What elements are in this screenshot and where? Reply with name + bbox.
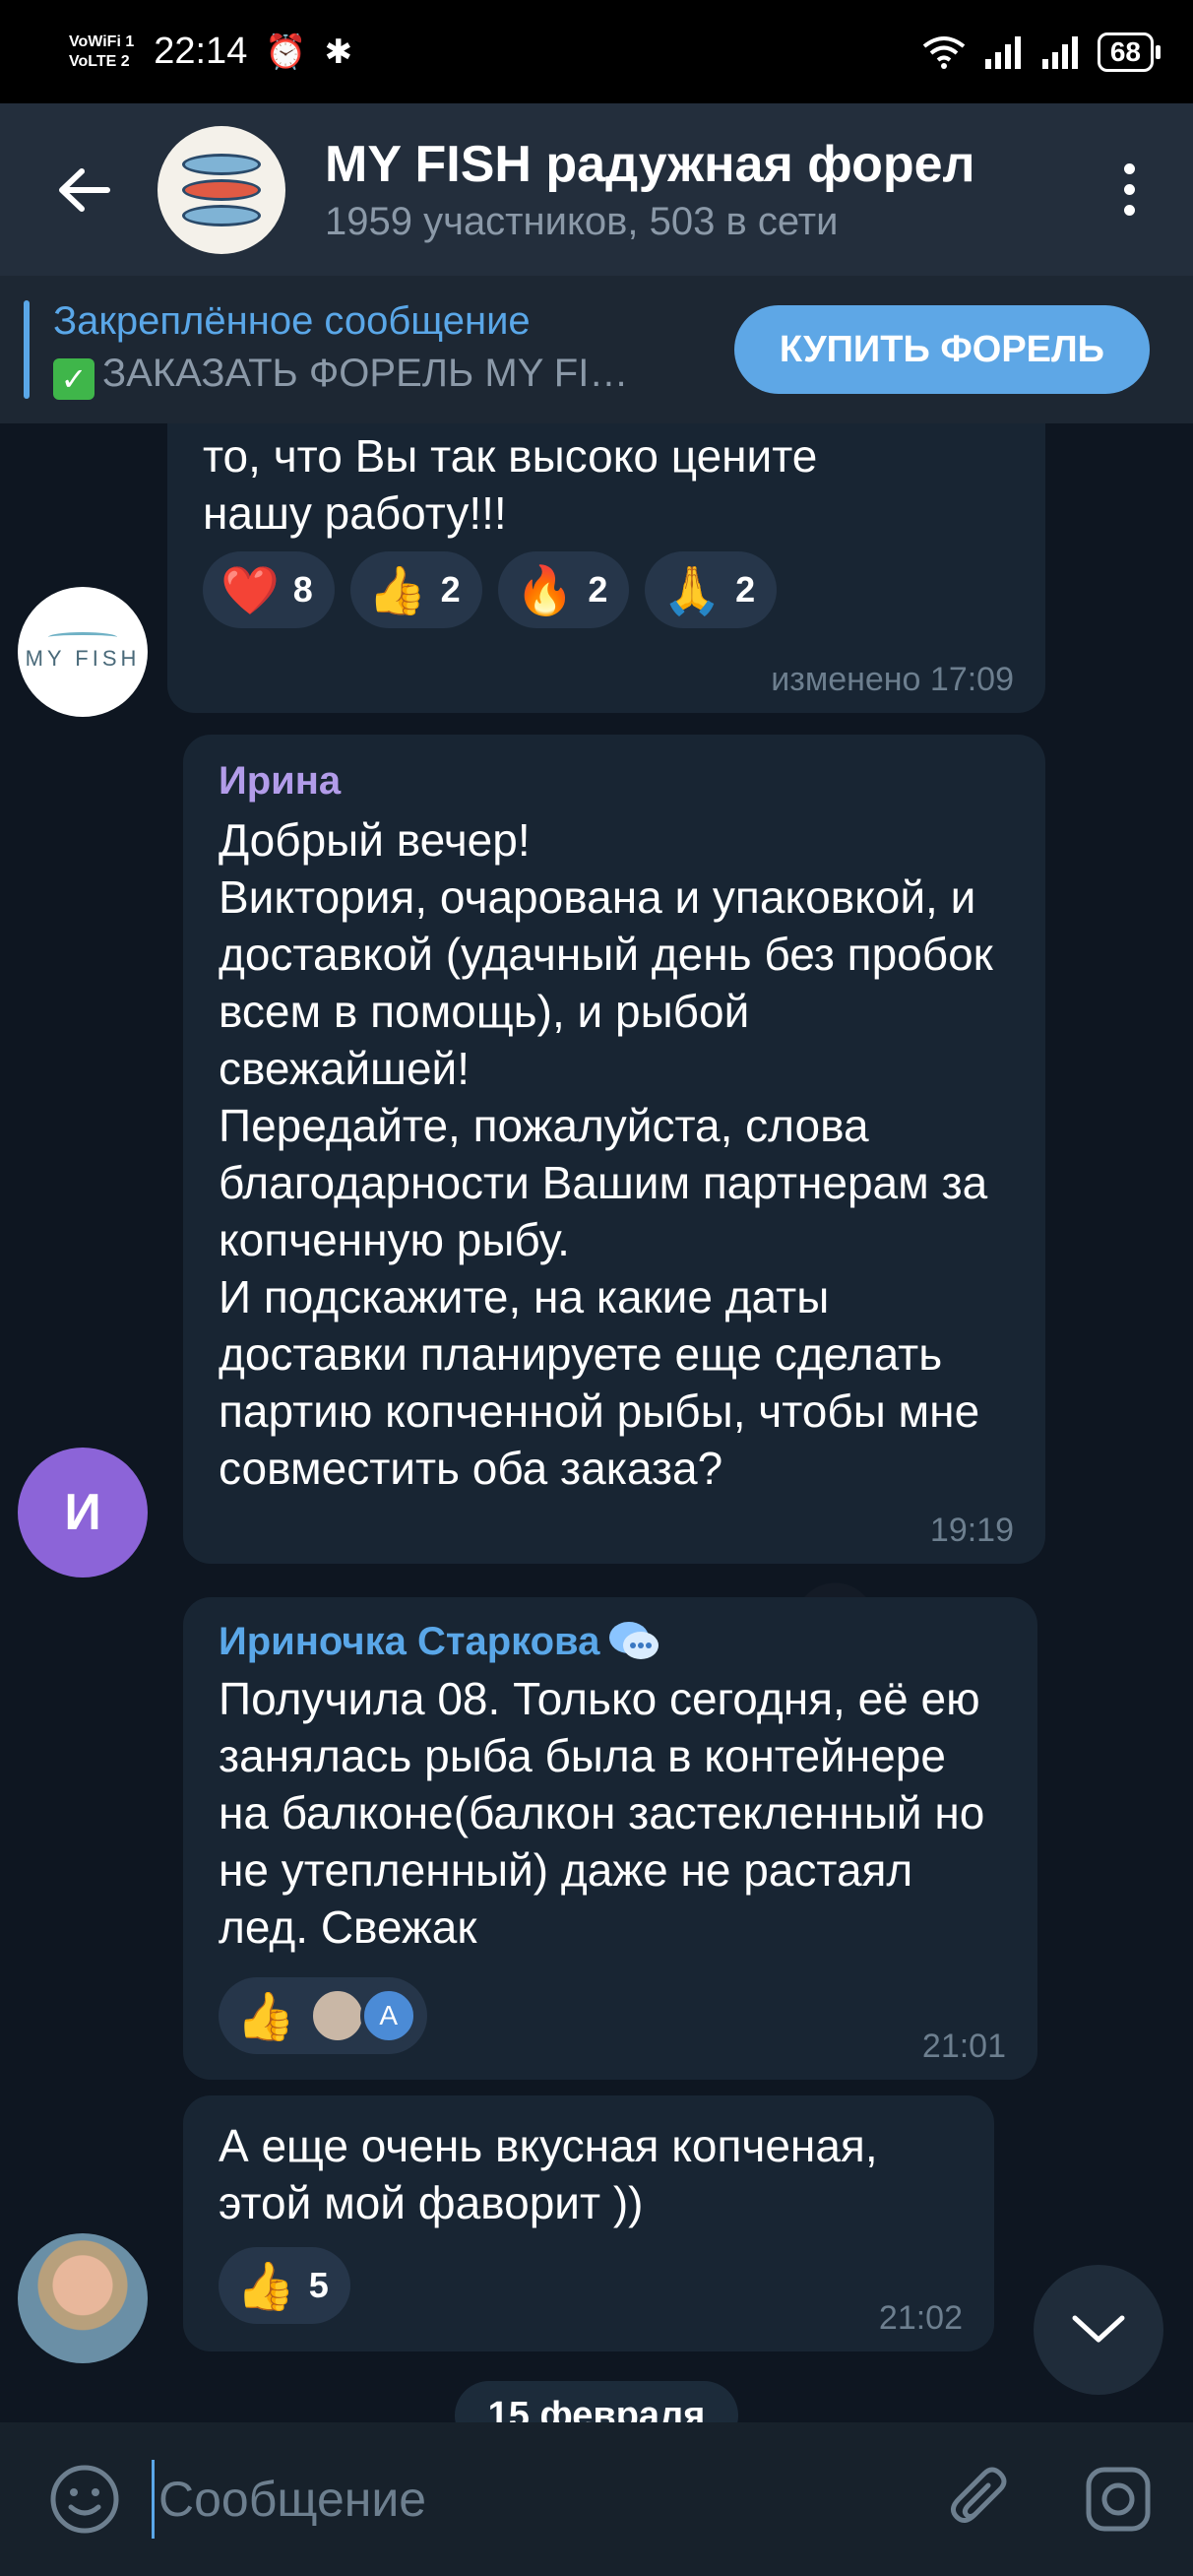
- paperclip-icon: [951, 2467, 1007, 2523]
- back-button[interactable]: [39, 146, 128, 234]
- message-input[interactable]: [152, 2460, 900, 2539]
- reaction-heart[interactable]: ❤️ 8: [203, 551, 335, 628]
- message-text: А еще очень вкусная копченая, этой мой ф…: [219, 2120, 878, 2228]
- message-time: изменено 17:09: [771, 661, 1014, 698]
- chat-subtitle: 1959 участников, 503 в сети: [325, 200, 839, 243]
- reaction-count: 8: [292, 569, 313, 610]
- fish-icon: [182, 153, 261, 175]
- battery-indicator: 68: [1097, 32, 1162, 72]
- alarm-icon: ⏰: [265, 32, 307, 71]
- reaction-count: 5: [308, 2265, 329, 2305]
- message-bubble[interactable]: А еще очень вкусная копченая, этой мой ф…: [183, 2095, 994, 2351]
- message-bubble[interactable]: Ириночка Старкова Получила 08. Только се…: [183, 1597, 1037, 2080]
- thumbs-up-icon: 👍: [236, 1990, 295, 2043]
- fish-icon: [182, 204, 261, 226]
- message-text: Получила 08. Только сегодня, её ею занял…: [219, 1673, 985, 1953]
- pray-icon: 🙏: [662, 564, 722, 617]
- signal-icon-2: [1041, 35, 1078, 69]
- chat-title: MY FISH радужная форел: [325, 136, 975, 193]
- reactions-row: 👍 А: [219, 1977, 1002, 2054]
- heart-icon: ❤️: [220, 564, 280, 617]
- pinned-text: ЗАКАЗАТЬ ФОРЕЛЬ MY FI…: [102, 352, 629, 395]
- dot: [1123, 163, 1135, 174]
- group-avatar[interactable]: [157, 125, 285, 254]
- clock: 22:14: [154, 31, 248, 72]
- more-options-button[interactable]: [1104, 163, 1154, 216]
- network-indicator: VoWiFi 1 VoLTE 2: [69, 32, 134, 72]
- sender-avatar[interactable]: [18, 2233, 148, 2363]
- volte-label: VoLTE 2: [69, 52, 130, 70]
- reaction-count: 2: [588, 569, 608, 610]
- message-bubble[interactable]: Ирина Добрый вечер! Виктория, очарована …: [183, 735, 1045, 1564]
- reactions-row: ❤️ 8 👍 2 🔥 2 🙏 2: [203, 551, 1010, 628]
- reaction-thumbs-up[interactable]: 👍 5: [219, 2247, 350, 2324]
- message-composer: [0, 2422, 1193, 2576]
- reaction-thumbs-up[interactable]: 👍 2: [349, 551, 482, 628]
- message-text: то, что Вы так высоко цените нашу работу…: [203, 430, 818, 539]
- fish-icon: [182, 178, 261, 201]
- message-list[interactable]: то, что Вы так высоко цените нашу работу…: [0, 423, 1193, 2422]
- message-time: 19:19: [929, 1512, 1014, 1549]
- signal-icon-1: [984, 35, 1021, 69]
- attach-button[interactable]: [941, 2460, 1020, 2539]
- pinned-message-bar[interactable]: Закреплённое сообщение ✓ ЗАКАЗАТЬ ФОРЕЛЬ …: [0, 276, 1193, 423]
- arrow-left-icon: [59, 167, 110, 212]
- smiley-icon: [50, 2465, 119, 2534]
- message-time: 21:02: [878, 2299, 963, 2337]
- message-bubble[interactable]: то, что Вы так высоко цените нашу работу…: [167, 423, 1045, 713]
- sender-row: Ириночка Старкова: [219, 1597, 1002, 1666]
- fire-icon: 🔥: [515, 564, 575, 617]
- wave-icon: [48, 632, 117, 642]
- vowifi-label: VoWiFi 1: [69, 32, 135, 50]
- pinned-indicator: [24, 300, 30, 399]
- chat-info[interactable]: MY FISH радужная форел 1959 участников, …: [325, 135, 1034, 244]
- date-divider: 15 февраля: [455, 2381, 738, 2422]
- thumbs-up-icon: 👍: [236, 2260, 295, 2313]
- reaction-fire[interactable]: 🔥 2: [497, 551, 630, 628]
- reactions-row: 👍 5: [219, 2247, 959, 2324]
- reaction-thumbs-up[interactable]: 👍 А: [219, 1977, 427, 2054]
- reaction-count: 2: [735, 569, 756, 610]
- reaction-pray[interactable]: 🙏 2: [645, 551, 778, 628]
- avatar-logo-text: MY FISH: [25, 646, 141, 671]
- dot: [1123, 205, 1135, 216]
- emoji-button[interactable]: [45, 2460, 124, 2539]
- dot: [1123, 184, 1135, 195]
- sender-name: Ирина: [219, 759, 342, 803]
- sender-name: Ириночка Старкова: [219, 1620, 600, 1663]
- message-time: 21:01: [921, 2028, 1006, 2065]
- pinned-title: Закреплённое сообщение: [53, 299, 531, 343]
- sender-avatar[interactable]: MY FISH: [18, 587, 148, 717]
- buy-trout-button[interactable]: КУПИТЬ ФОРЕЛЬ: [733, 305, 1150, 394]
- sender-avatar[interactable]: И: [18, 1448, 148, 1578]
- bluetooth-icon: ✱: [324, 32, 353, 71]
- scroll-down-button[interactable]: [1034, 2265, 1163, 2395]
- chat-header: MY FISH радужная форел 1959 участников, …: [0, 103, 1193, 276]
- thumbs-up-icon: 👍: [367, 564, 427, 617]
- wifi-icon: [922, 35, 966, 69]
- check-mark-icon: ✓: [53, 358, 94, 400]
- reactor-avatar: А: [359, 1987, 417, 2044]
- reactor-avatar: [308, 1987, 366, 2044]
- status-bar: VoWiFi 1 VoLTE 2 22:14 ⏰ ✱ 68: [0, 0, 1193, 103]
- reaction-count: 2: [440, 569, 461, 610]
- camera-button[interactable]: [1079, 2460, 1158, 2539]
- message-text: Добрый вечер! Виктория, очарована и упак…: [219, 814, 993, 1494]
- camera-icon: [1086, 2467, 1151, 2532]
- chevron-down-icon: [1072, 2315, 1125, 2343]
- pinned-preview: ✓ ЗАКАЗАТЬ ФОРЕЛЬ MY FI…: [53, 352, 703, 400]
- chat-bubbles-icon: [609, 1622, 659, 1659]
